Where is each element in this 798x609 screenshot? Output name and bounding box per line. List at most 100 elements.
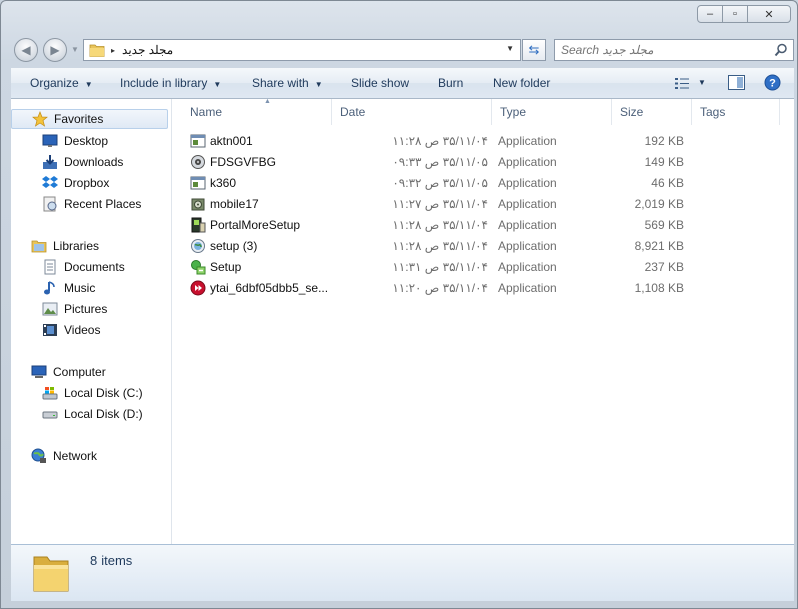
burn-button[interactable]: Burn — [438, 76, 463, 90]
sidebar-item-music[interactable]: Music — [42, 278, 95, 298]
file-type: Application — [498, 218, 557, 232]
file-type: Application — [498, 155, 557, 169]
forward-arrow-icon: ▶ — [50, 43, 60, 57]
sidebar-item-local-disk-c[interactable]: Local Disk (C:) — [42, 383, 143, 403]
file-date: ۳۵/۱۱/۰۴ ص ۱۱:۲۰ — [392, 281, 488, 295]
preview-pane-icon[interactable] — [728, 75, 745, 90]
file-name: ytai_6dbf05dbb5_se... — [210, 281, 328, 295]
file-row[interactable]: ytai_6dbf05dbb5_se... ۳۵/۱۱/۰۴ ص ۱۱:۲۰ A… — [172, 278, 792, 299]
libraries-label: Libraries — [53, 239, 100, 253]
sidebar-item-documents[interactable]: Documents — [42, 257, 125, 277]
column-header-name[interactable]: ▲ Name — [182, 98, 332, 125]
file-row[interactable]: setup (3) ۳۵/۱۱/۰۴ ص ۱۱:۲۸ Application 8… — [172, 236, 792, 257]
column-date-label: Date — [340, 105, 366, 119]
star-icon — [32, 111, 48, 127]
documents-label: Documents — [64, 260, 125, 274]
column-tags-label: Tags — [700, 105, 726, 119]
sidebar-item-videos[interactable]: Videos — [42, 320, 100, 340]
videos-icon — [43, 324, 57, 336]
view-options-chevron-down-icon[interactable]: ▼ — [698, 78, 706, 87]
desktop-label: Desktop — [64, 134, 109, 148]
file-row[interactable]: FDSGVFBG ۳۵/۱۱/۰۵ ص ۰۹:۳۳ Application 14… — [172, 152, 792, 173]
search-box[interactable] — [554, 39, 794, 61]
maximize-button[interactable]: ▫ — [722, 5, 748, 23]
change-view-icon[interactable] — [674, 77, 690, 90]
back-button[interactable]: ◀ — [14, 38, 38, 62]
file-type: Application — [498, 260, 557, 274]
column-header-type[interactable]: Type — [492, 99, 612, 125]
sidebar-item-favorites[interactable]: Favorites — [11, 109, 168, 129]
file-type: Application — [498, 239, 557, 253]
sidebar-item-desktop[interactable]: Desktop — [42, 131, 108, 151]
column-header-tags[interactable]: Tags — [692, 99, 780, 125]
new-folder-button[interactable]: New folder — [493, 76, 550, 90]
file-row[interactable]: k360 ۳۵/۱۱/۰۵ ص ۰۹:۳۲ Application 46 KB — [172, 173, 792, 194]
forward-button[interactable]: ▶ — [43, 38, 67, 62]
network-label: Network — [53, 449, 98, 463]
close-button[interactable]: ✕ — [747, 5, 791, 23]
sidebar-item-dropbox[interactable]: Dropbox — [42, 173, 109, 193]
file-date: ۳۵/۱۱/۰۴ ص ۱۱:۲۷ — [392, 197, 488, 211]
column-type-label: Type — [500, 105, 527, 119]
sidebar-item-computer[interactable]: Computer — [31, 362, 106, 382]
pictures-label: Pictures — [64, 302, 108, 316]
organize-button[interactable]: Organize ▼ — [30, 76, 93, 90]
include-chevron-down-icon: ▼ — [213, 80, 222, 89]
help-icon[interactable]: ? — [764, 74, 781, 91]
system-disk-icon — [42, 387, 58, 400]
search-input[interactable] — [561, 43, 761, 57]
address-bar[interactable]: ▸ مجلد جديد ▼ — [83, 39, 521, 61]
green-setup-icon — [191, 260, 206, 275]
column-header-date[interactable]: Date — [332, 99, 492, 125]
music-icon — [44, 281, 55, 295]
sidebar-item-network[interactable]: Network — [31, 446, 97, 466]
network-icon — [31, 448, 46, 463]
installer-icon — [191, 198, 205, 211]
file-type: Application — [498, 197, 557, 211]
computer-icon — [31, 365, 47, 378]
file-date: ۳۵/۱۱/۰۵ ص ۰۹:۳۳ — [392, 155, 488, 169]
sidebar-item-recent-places[interactable]: Recent Places — [42, 194, 141, 214]
include-in-library-button[interactable]: Include in library ▼ — [120, 76, 221, 90]
back-arrow-icon: ◀ — [21, 43, 31, 57]
downloads-label: Downloads — [64, 155, 124, 169]
file-size: 237 KB — [644, 260, 684, 274]
recent-pages-dropdown-icon[interactable]: ▼ — [71, 45, 79, 54]
videos-label: Videos — [64, 323, 101, 337]
file-type: Application — [498, 176, 557, 190]
red-play-icon — [190, 280, 206, 296]
file-size: 569 KB — [644, 218, 684, 232]
item-count: 8 items — [90, 553, 132, 568]
file-row[interactable]: aktn001 ۳۵/۱۱/۰۴ ص ۱۱:۲۸ Application 192… — [172, 131, 792, 152]
minimize-button[interactable]: ‒ — [697, 5, 723, 23]
sidebar-item-downloads[interactable]: Downloads — [42, 152, 123, 172]
file-row[interactable]: mobile17 ۳۵/۱۱/۰۴ ص ۱۱:۲۷ Application 2,… — [172, 194, 792, 215]
recent-places-label: Recent Places — [64, 197, 142, 211]
navigation-pane: Favorites Desktop Downloads Dropbox Rece… — [11, 99, 172, 544]
file-date: ۳۵/۱۱/۰۴ ص ۱۱:۲۸ — [392, 218, 488, 232]
refresh-button[interactable]: ⇆ — [522, 39, 546, 61]
slide-show-button[interactable]: Slide show — [351, 76, 409, 90]
column-header-size[interactable]: Size — [612, 99, 692, 125]
file-type: Application — [498, 281, 557, 295]
app-window-icon — [190, 176, 206, 190]
globe-setup-icon — [191, 239, 205, 253]
breadcrumb-separator-icon[interactable]: ▸ — [111, 46, 115, 55]
file-name: PortalMoreSetup — [210, 218, 301, 232]
desktop-icon — [42, 134, 58, 147]
file-row[interactable]: Setup ۳۵/۱۱/۰۴ ص ۱۱:۳۱ Application 237 K… — [172, 257, 792, 278]
file-row[interactable]: PortalMoreSetup ۳۵/۱۱/۰۴ ص ۱۱:۲۸ Applica… — [172, 215, 792, 236]
app-window-icon — [190, 134, 206, 148]
share-with-button[interactable]: Share with ▼ — [252, 76, 323, 90]
sidebar-item-libraries[interactable]: Libraries — [31, 236, 99, 256]
file-date: ۳۵/۱۱/۰۴ ص ۱۱:۳۱ — [392, 260, 488, 274]
search-icon[interactable] — [774, 43, 788, 57]
share-chevron-down-icon: ▼ — [314, 80, 323, 89]
breadcrumb-current-folder[interactable]: مجلد جديد — [122, 43, 173, 57]
file-name: Setup — [210, 260, 242, 274]
file-type: Application — [498, 134, 557, 148]
sidebar-item-pictures[interactable]: Pictures — [42, 299, 107, 319]
file-name: k360 — [210, 176, 237, 190]
address-dropdown-icon[interactable]: ▼ — [506, 44, 514, 53]
sidebar-item-local-disk-d[interactable]: Local Disk (D:) — [42, 404, 143, 424]
